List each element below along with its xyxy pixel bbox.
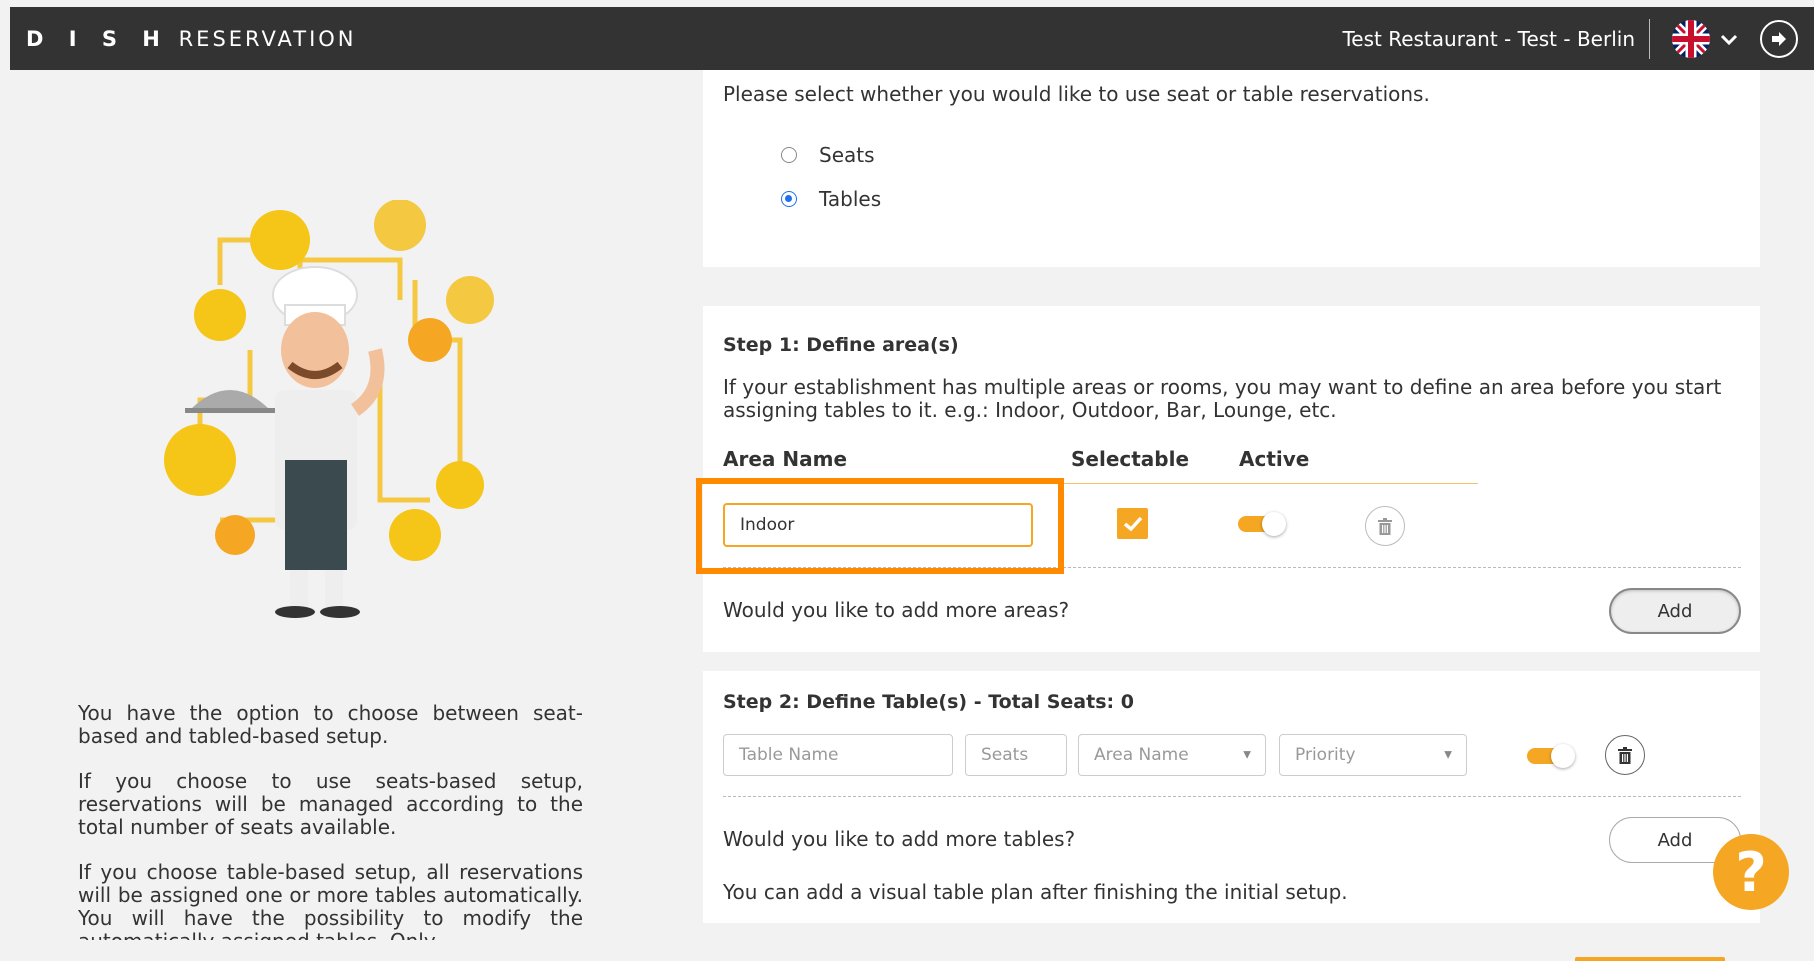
step2-title: Step 2: Define Table(s) - Total Seats: 0 (723, 691, 1134, 713)
column-area-name: Area Name (723, 447, 848, 471)
help-icon: ? (1735, 840, 1767, 904)
tables-label[interactable]: Tables (819, 187, 881, 211)
explanation-paragraph: If you choose to use seats-based setup, … (78, 769, 583, 839)
column-active: Active (1239, 447, 1310, 471)
table-name-placeholder: Table Name (739, 745, 839, 765)
priority-select-value: Priority (1295, 745, 1356, 765)
add-area-label: Add (1657, 600, 1693, 622)
logout-icon[interactable] (1760, 19, 1798, 58)
logo-text: RESERVATION (178, 26, 357, 51)
add-table-prompt: Would you like to add more tables? (723, 827, 1076, 851)
header-divider (1649, 18, 1650, 59)
next-button-edge[interactable] (1575, 957, 1725, 961)
delete-table-button[interactable] (1605, 735, 1645, 775)
tables-radio[interactable] (781, 191, 797, 207)
focus-highlight (696, 478, 1064, 574)
toggle-knob (1262, 512, 1286, 536)
logo-bold: D I S H (26, 26, 169, 51)
step1-description: If your establishment has multiple areas… (723, 375, 1722, 422)
trash-icon (1378, 517, 1392, 535)
seats-input[interactable]: Seats (965, 734, 1067, 776)
chevron-down-icon: ▼ (1444, 749, 1452, 761)
chevron-down-icon[interactable] (1720, 27, 1738, 51)
chevron-down-icon: ▼ (1243, 749, 1251, 761)
help-button[interactable]: ? (1713, 834, 1789, 910)
seats-label[interactable]: Seats (819, 143, 875, 167)
toggle-knob (1551, 744, 1575, 768)
chef-illustration (160, 199, 520, 630)
add-table-label: Add (1657, 829, 1693, 851)
table-active-toggle[interactable] (1527, 744, 1577, 768)
header-right: Test Restaurant - Test - Berlin (1342, 18, 1798, 59)
reservation-type-card: Please select whether you would like to … (703, 70, 1760, 267)
explanation-paragraph: You have the option to choose between se… (78, 702, 583, 748)
explanation-paragraph: If you choose table-based setup, all res… (78, 860, 583, 941)
seats-radio[interactable] (781, 147, 797, 163)
seats-placeholder: Seats (981, 745, 1029, 765)
table-plan-note: You can add a visual table plan after fi… (723, 880, 1348, 904)
top-bar: D I S H RESERVATION Test Restaurant - Te… (10, 7, 1814, 70)
delete-area-button[interactable] (1365, 506, 1405, 546)
trash-icon (1618, 746, 1632, 764)
restaurant-name[interactable]: Test Restaurant - Test - Berlin (1342, 27, 1635, 51)
column-selectable: Selectable (1071, 447, 1190, 471)
uk-flag-icon[interactable] (1672, 19, 1710, 58)
step1-title: Step 1: Define area(s) (723, 334, 959, 356)
reservation-type-prompt: Please select whether you would like to … (723, 82, 1430, 106)
app-logo[interactable]: D I S H RESERVATION (26, 27, 357, 51)
left-panel: You have the option to choose between se… (10, 70, 670, 961)
area-active-toggle[interactable] (1238, 512, 1288, 536)
area-select[interactable]: Area Name ▼ (1078, 734, 1266, 776)
table-name-input[interactable]: Table Name (723, 734, 953, 776)
add-area-prompt: Would you like to add more areas? (723, 598, 1070, 622)
selectable-checkbox[interactable] (1117, 508, 1148, 539)
setup-explanation: You have the option to choose between se… (78, 702, 583, 940)
priority-select[interactable]: Priority ▼ (1279, 734, 1467, 776)
add-area-button[interactable]: Add (1609, 588, 1741, 634)
area-select-value: Area Name (1094, 745, 1189, 765)
table-divider (723, 796, 1741, 797)
define-tables-card: Step 2: Define Table(s) - Total Seats: 0… (703, 671, 1760, 923)
